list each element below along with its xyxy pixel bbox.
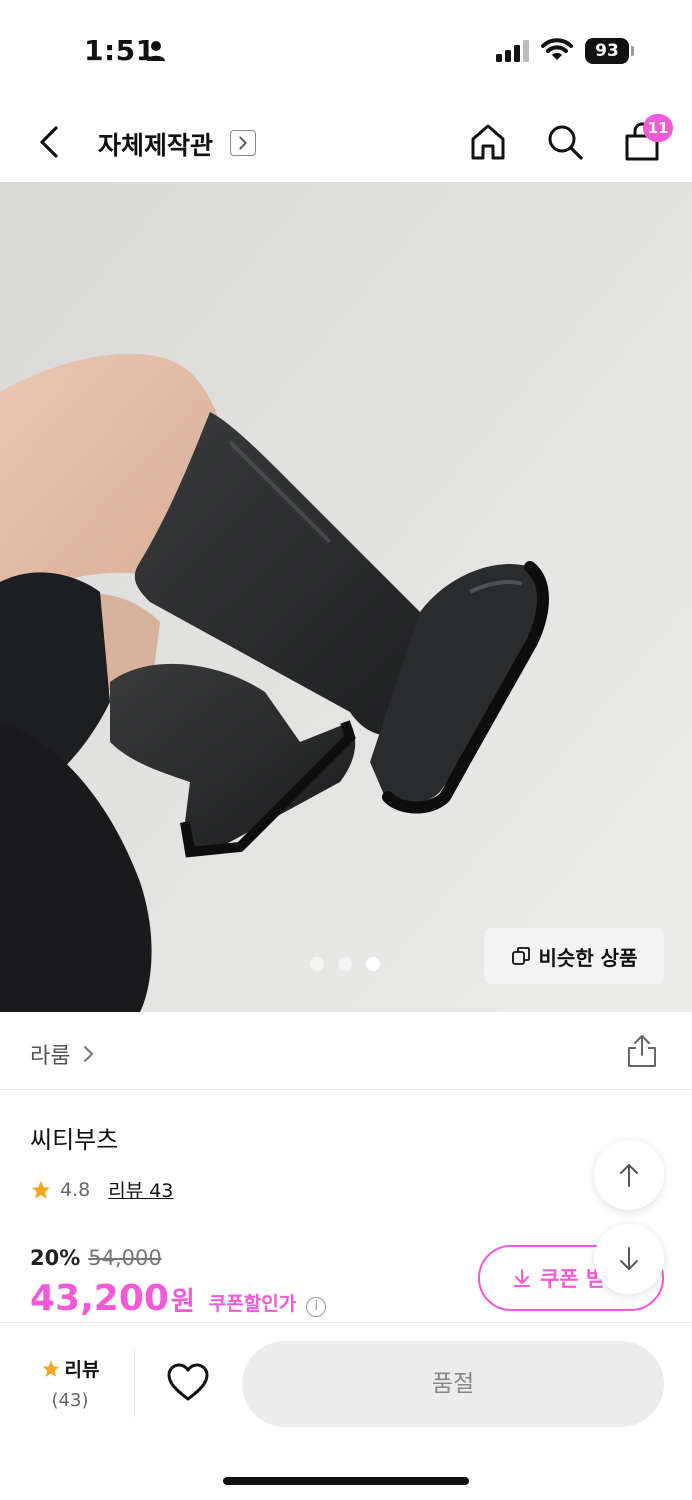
search-icon[interactable] [545,122,585,162]
review-link[interactable]: 리뷰 43 [108,1176,173,1203]
bottom-review-count: (43) [51,1390,89,1411]
top-nav: 자체제작관 11 [0,100,692,182]
carousel-dot[interactable] [310,957,324,971]
back-arrow-icon[interactable] [34,122,64,162]
scroll-bottom-button[interactable] [594,1224,664,1294]
home-indicator[interactable] [223,1477,469,1485]
currency-unit: 원 [170,1287,195,1317]
cart-count-badge: 11 [643,114,673,142]
home-icon[interactable] [468,122,508,162]
signal-icon [496,40,529,62]
wifi-icon [541,38,573,60]
status-bar: 1:51 93 [0,0,692,100]
chevron-right-icon [84,1046,93,1062]
soldout-button[interactable]: 품절 [242,1341,664,1427]
product-image-carousel[interactable]: 비슷한 상품 [0,182,692,1012]
similar-products-label: 비슷한 상품 [538,945,638,970]
carousel-dot[interactable] [338,957,352,971]
similar-products-button[interactable]: 비슷한 상품 [484,928,664,984]
status-time: 1:51 [84,34,156,67]
chevron-right-icon[interactable] [230,130,256,156]
product-name: 씨티부츠 [30,1126,119,1154]
coupon-price-label: 쿠폰할인가 [208,1293,297,1315]
original-price: 54,000 [88,1246,162,1270]
bottom-review-label: 리뷰 [64,1359,100,1381]
battery-tip [631,46,634,56]
star-icon [42,1360,59,1377]
battery-indicator: 93 [585,38,629,64]
brand-name[interactable]: 라룸 [30,1038,70,1070]
product-photo [0,182,692,1012]
price-row: 43,200 원 쿠폰할인가 i [30,1278,327,1319]
sale-price: 43,200 [30,1278,169,1319]
discount-percent: 20% [30,1246,81,1270]
carousel-indicator [310,957,380,971]
bottom-action-bar: 리뷰 (43) 품절 [0,1322,692,1500]
scroll-top-button[interactable] [594,1140,664,1210]
copy-icon [511,947,530,965]
share-icon[interactable] [626,1034,658,1068]
carousel-dot-active[interactable] [366,957,380,971]
star-icon [31,1180,51,1199]
heart-icon[interactable] [166,1363,210,1403]
info-icon[interactable]: i [306,1297,327,1317]
brand-row[interactable]: 라룸 [0,1012,692,1090]
discount-row: 20% 54,000 [30,1246,162,1270]
rating-score: 4.8 [60,1178,91,1201]
arrow-down-icon [620,1247,638,1270]
page-title[interactable]: 자체제작관 [98,126,213,162]
arrow-up-icon [620,1164,638,1187]
bottom-review-button[interactable]: 리뷰 (43) [30,1355,110,1411]
rating-row: 4.8 리뷰 43 [30,1176,173,1203]
divider [134,1349,135,1417]
person-icon [147,41,165,61]
download-icon [514,1269,530,1287]
